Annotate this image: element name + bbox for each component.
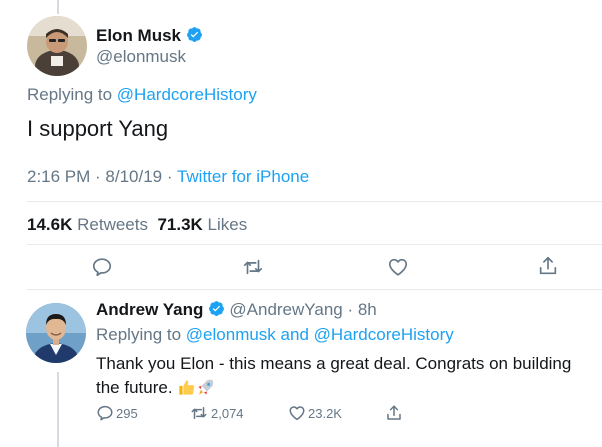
like-count: 23.2K (308, 405, 342, 421)
retweets-stat[interactable]: 14.6K Retweets (27, 215, 148, 234)
retweets-label: Retweets (77, 215, 148, 234)
retweet-icon[interactable] (242, 256, 264, 278)
reply-header: Andrew Yang @AndrewYang · 8h (96, 300, 377, 320)
tweet-source[interactable]: Twitter for iPhone (177, 167, 309, 186)
thumbs-up-emoji (179, 380, 195, 395)
avatar[interactable] (26, 303, 86, 363)
thread-line (57, 0, 59, 14)
likes-count: 71.3K (157, 215, 203, 234)
reply-tweet-text: Thank you Elon - this means a great deal… (96, 352, 596, 400)
reply-tweet-text-body: Thank you Elon - this means a great deal… (96, 354, 572, 397)
avatar[interactable] (27, 16, 87, 76)
tweet-text: I support Yang (27, 116, 169, 141)
reply-author-handle[interactable]: @AndrewYang · 8h (229, 300, 376, 319)
share-icon[interactable] (537, 255, 559, 277)
reply-reply-button[interactable]: 295 (96, 404, 138, 422)
likes-label: Likes (207, 215, 248, 234)
reply-replying-label: Replying to (96, 325, 182, 344)
tweet-timestamp[interactable]: 2:16 PM · 8/10/19 · (27, 167, 177, 186)
reply-author-name[interactable]: Andrew Yang (96, 300, 203, 319)
reply-replying-and: and (280, 325, 309, 344)
share-icon (387, 405, 401, 420)
tweet-stats: 14.6K Retweets 71.3K Likes (27, 215, 247, 235)
heart-icon[interactable] (387, 256, 409, 278)
reply-share-button[interactable] (385, 404, 405, 422)
verified-badge-icon (187, 27, 202, 42)
reply-count: 295 (116, 405, 138, 421)
retweets-count: 14.6K (27, 215, 73, 234)
replying-to: Replying to @HardcoreHistory (27, 85, 257, 105)
author-name[interactable]: Elon Musk (96, 26, 203, 46)
reply-like-button[interactable]: 23.2K (288, 404, 342, 422)
reply-replying-link-1[interactable]: @elonmusk (186, 325, 276, 344)
rocket-emoji (198, 379, 214, 395)
reply-replying-link-2[interactable]: @HardcoreHistory (314, 325, 454, 344)
divider (27, 289, 602, 290)
reply-icon[interactable] (91, 256, 113, 278)
retweet-icon (191, 407, 207, 419)
verified-badge-icon (209, 301, 225, 316)
retweet-count: 2,074 (211, 405, 244, 421)
author-name-text[interactable]: Elon Musk (96, 26, 181, 45)
replying-label: Replying to (27, 85, 113, 104)
divider (27, 244, 602, 245)
thread-line (57, 372, 59, 447)
replying-to-link[interactable]: @HardcoreHistory (117, 85, 257, 104)
reply-icon (97, 405, 113, 421)
reply-retweet-button[interactable]: 2,074 (189, 404, 244, 422)
tweet-meta: 2:16 PM · 8/10/19 · Twitter for iPhone (27, 167, 309, 187)
reply-replying-to: Replying to @elonmusk and @HardcoreHisto… (96, 325, 454, 345)
author-handle[interactable]: @elonmusk (96, 47, 186, 67)
heart-icon (289, 406, 305, 421)
divider (27, 201, 602, 202)
likes-stat[interactable]: 71.3K Likes (157, 215, 247, 234)
